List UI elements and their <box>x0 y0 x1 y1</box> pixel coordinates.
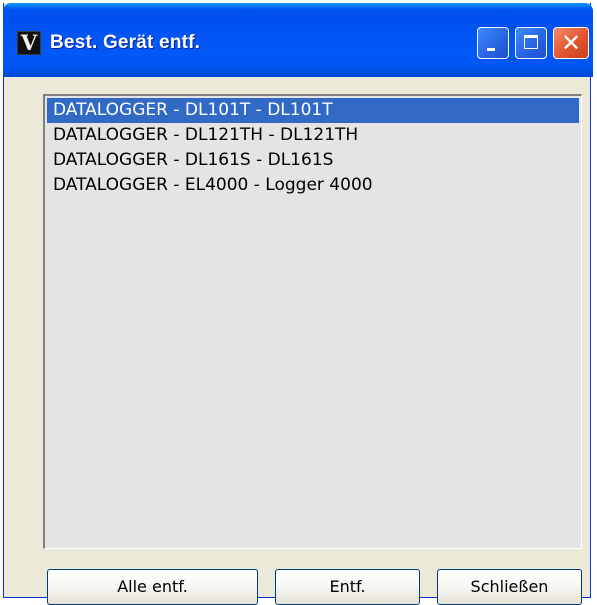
device-listbox[interactable]: DATALOGGER - DL101T - DL101T DATALOGGER … <box>43 94 582 549</box>
list-item-el4000[interactable]: DATALOGGER - EL4000 - Logger 4000 <box>47 173 579 198</box>
list-item-dl121th[interactable]: DATALOGGER - DL121TH - DL121TH <box>47 123 579 148</box>
close-window-button[interactable]: ✕ <box>553 27 589 59</box>
window-title: Best. Gerät entf. <box>50 32 201 53</box>
minimize-button[interactable] <box>477 27 509 59</box>
remove-all-button[interactable]: Alle entf. <box>47 569 258 605</box>
list-item-dl161s[interactable]: DATALOGGER - DL161S - DL161S <box>47 148 579 173</box>
maximize-icon <box>524 35 538 49</box>
list-item-dl101t[interactable]: DATALOGGER - DL101T - DL101T <box>47 98 579 123</box>
maximize-button[interactable] <box>515 27 547 59</box>
close-icon: ✕ <box>560 29 582 57</box>
remove-button[interactable]: Entf. <box>275 569 420 605</box>
app-v-icon[interactable]: V <box>17 31 41 55</box>
minimize-icon <box>487 48 495 51</box>
close-button[interactable]: Schließen <box>437 569 582 605</box>
title-bar[interactable]: V Best. Gerät entf. ✕ <box>3 3 593 77</box>
remove-device-dialog: V Best. Gerät entf. ✕ DATALOGGER - DL101… <box>3 3 593 605</box>
